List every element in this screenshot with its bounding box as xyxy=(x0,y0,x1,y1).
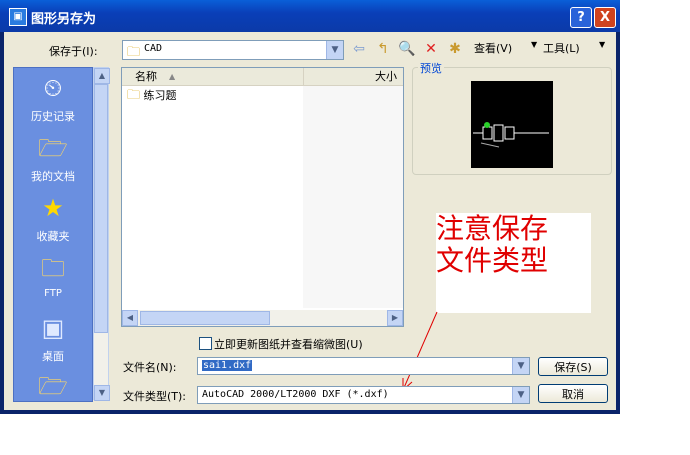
place-history[interactable]: ⏲ 历史记录 xyxy=(14,72,92,124)
scroll-thumb[interactable] xyxy=(94,84,108,333)
file-name: 练习题 xyxy=(143,89,177,102)
folder-icon: 🗁 xyxy=(38,372,68,398)
desktop-icon: ▣ xyxy=(41,314,65,342)
folder-icon: 🗀 xyxy=(127,45,141,60)
places-bar: ⏲ 历史记录 🗁 我的文档 ★ 收藏夹 🗀 FTP ▣ 桌面 🗁 xyxy=(13,67,93,402)
my-documents-icon: 🗁 xyxy=(38,134,68,162)
chevron-down-icon[interactable]: ▼ xyxy=(326,41,343,59)
annotation-line: 文件类型 xyxy=(436,244,549,277)
update-thumbnail-label[interactable]: 立即更新图纸并查看缩微图(U) xyxy=(214,336,363,352)
cancel-button[interactable]: 取消 xyxy=(538,384,608,403)
place-label: FTP xyxy=(44,288,62,299)
preview-label: 预览 xyxy=(418,60,444,76)
close-button[interactable]: X xyxy=(594,7,616,28)
title-bar[interactable]: ▣ 图形另存为 ? X xyxy=(0,0,620,32)
scroll-down-button[interactable]: ▼ xyxy=(94,385,110,401)
place-desktop[interactable]: ▣ 桌面 xyxy=(14,312,92,364)
file-name-label: 文件名(N): xyxy=(123,361,177,374)
file-type-label: 文件类型(T): xyxy=(123,390,187,403)
annotation-line: 注意保存 xyxy=(436,212,549,245)
column-header-size[interactable]: 大小 xyxy=(303,68,403,86)
update-thumbnail-checkbox[interactable] xyxy=(199,337,212,350)
places-scrollbar[interactable]: ▲ ▼ xyxy=(93,67,110,401)
save-in-dropdown[interactable]: 🗀 CAD ▼ xyxy=(122,40,344,60)
search-web-icon[interactable]: 🔍 xyxy=(398,40,416,58)
dialog-title: 图形另存为 xyxy=(31,12,97,27)
scroll-up-button[interactable]: ▲ xyxy=(94,68,110,84)
place-label: 我的文档 xyxy=(31,170,75,183)
file-name-value: sai1.dxf xyxy=(202,360,253,371)
favorites-icon: ★ xyxy=(42,194,64,222)
place-ftp[interactable]: 🗀 FTP xyxy=(14,252,92,299)
help-button[interactable]: ? xyxy=(570,7,592,28)
sort-ascending-icon: ▲ xyxy=(169,72,176,81)
view-arrow-icon[interactable]: ▼ xyxy=(531,40,537,49)
save-in-label: 保存于(I): xyxy=(49,45,98,58)
up-folder-icon[interactable]: ↰ xyxy=(374,40,392,58)
file-list[interactable]: 名称 ▲ 大小 🗀 练习题 ◀ ▶ xyxy=(121,67,404,327)
place-label: 桌面 xyxy=(42,350,64,363)
column-header-name[interactable]: 名称 ▲ xyxy=(122,68,303,86)
file-type-value: AutoCAD 2000/LT2000 DXF (*.dxf) xyxy=(202,389,389,400)
history-icon: ⏲ xyxy=(43,74,63,102)
tools-menu[interactable]: 工具(L) xyxy=(543,40,580,56)
horizontal-scrollbar[interactable]: ◀ ▶ xyxy=(122,310,403,326)
tools-arrow-icon[interactable]: ▼ xyxy=(599,40,605,49)
view-menu[interactable]: 查看(V) xyxy=(474,40,512,56)
annotation-note: 注意保存 文件类型 xyxy=(436,213,591,313)
file-name-input[interactable]: sai1.dxf ▼ xyxy=(197,357,530,375)
folder-icon: 🗀 xyxy=(127,88,141,103)
list-item[interactable]: 🗀 练习题 xyxy=(127,88,177,104)
ftp-icon: 🗀 xyxy=(41,254,65,282)
chevron-down-icon[interactable]: ▼ xyxy=(512,358,529,374)
preview-thumbnail xyxy=(471,81,553,168)
app-icon: ▣ xyxy=(9,8,27,26)
save-button[interactable]: 保存(S) xyxy=(538,357,608,376)
place-my-documents[interactable]: 🗁 我的文档 xyxy=(14,132,92,184)
place-label: 历史记录 xyxy=(31,110,75,123)
back-icon[interactable]: ⇦ xyxy=(350,40,368,58)
scroll-thumb[interactable] xyxy=(140,311,270,325)
chevron-down-icon[interactable]: ▼ xyxy=(512,387,529,403)
scroll-left-button[interactable]: ◀ xyxy=(122,310,138,326)
delete-icon[interactable]: ✕ xyxy=(422,40,440,58)
annotation-arrow xyxy=(402,311,438,391)
place-label: 收藏夹 xyxy=(36,230,70,243)
place-favorites[interactable]: ★ 收藏夹 xyxy=(14,192,92,244)
file-type-dropdown[interactable]: AutoCAD 2000/LT2000 DXF (*.dxf) ▼ xyxy=(197,386,530,404)
size-column xyxy=(303,86,403,308)
new-folder-icon[interactable]: ✱ xyxy=(446,40,464,58)
save-in-value: CAD xyxy=(144,43,163,54)
place-more[interactable]: 🗁 xyxy=(14,370,92,398)
